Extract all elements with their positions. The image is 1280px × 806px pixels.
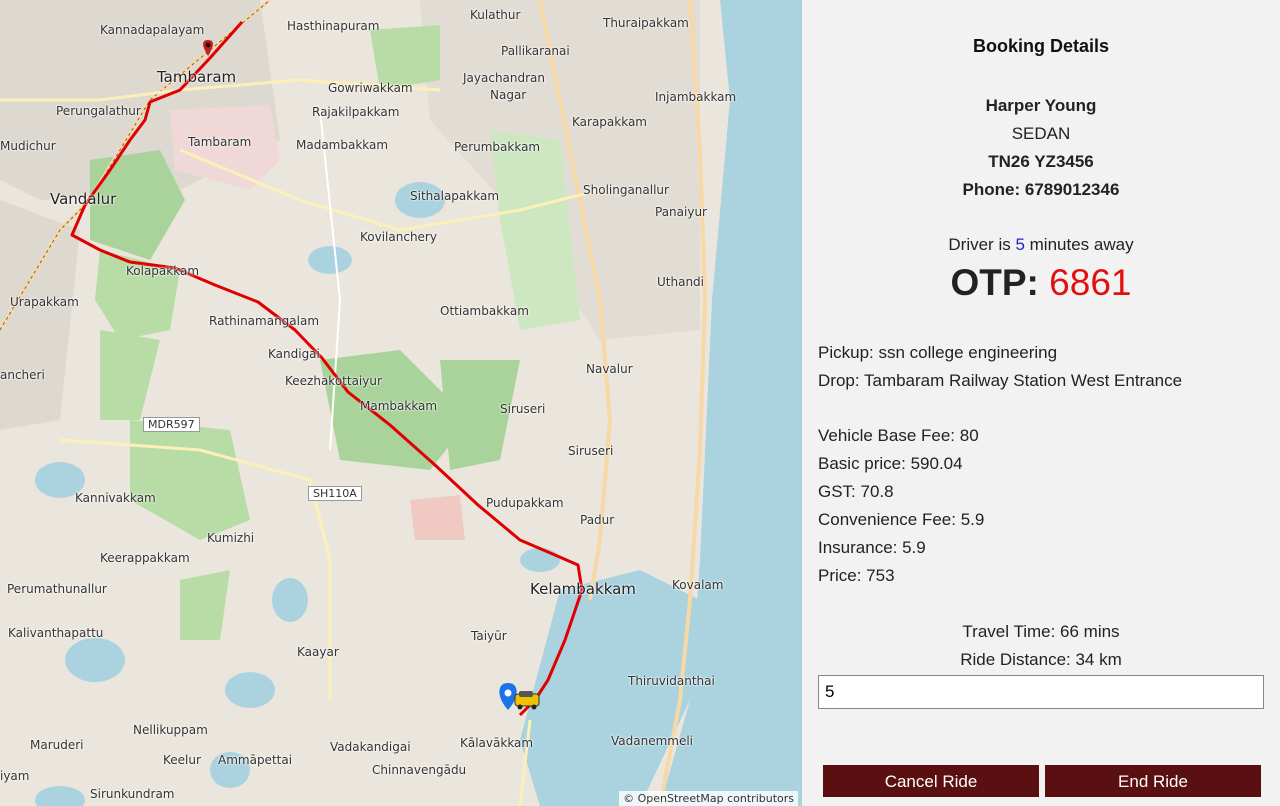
pickup-location: Pickup: ssn college engineering (818, 343, 1058, 362)
driver-name: Harper Young (985, 96, 1097, 115)
gst: GST: 70.8 (818, 482, 894, 501)
map-place-label: Ammāpettai (218, 753, 293, 767)
map-attribution[interactable]: © OpenStreetMap contributors (619, 791, 798, 806)
map-place-label: Keelur (163, 753, 201, 767)
map-place-label: Maruderi (30, 738, 84, 752)
map-place-label: Thiruvidanthai (628, 674, 715, 688)
map-place-label: Keerappakkam (100, 551, 190, 565)
map-place-label: Nagar (490, 88, 527, 102)
map-view[interactable]: Kannadapalayam Hasthinapuram Kulathur Thura… (0, 0, 802, 806)
otp-value: 6861 (1049, 262, 1132, 303)
convenience-fee: Convenience Fee: 5.9 (818, 510, 985, 529)
map-place-label: Thuraipakkam (603, 16, 689, 30)
travel-time: Travel Time: 66 mins (962, 622, 1120, 641)
map-place-label: Kumizhi (207, 531, 255, 545)
map-place-label: Sholinganallur (583, 183, 669, 197)
map-place-label: Padur (580, 513, 615, 527)
map-place-label: Kovilanchery (360, 230, 437, 244)
vehicle-base-fee: Vehicle Base Fee: 80 (818, 426, 979, 445)
map-place-label: Pudupakkam (486, 496, 564, 510)
insurance: Insurance: 5.9 (818, 538, 926, 557)
eta-minutes: 5 (1015, 235, 1025, 254)
map-place-label: Tambaram (188, 135, 252, 149)
map-place-label: Vandalur (50, 190, 117, 208)
eta-prefix: Driver is (948, 235, 1016, 254)
vehicle-plate: TN26 YZ3456 (988, 152, 1094, 171)
map-place-label: Perungalathur (56, 104, 141, 118)
map-place-label: Ottiambakkam (440, 304, 529, 318)
end-ride-button[interactable]: End Ride (1045, 765, 1261, 797)
map-place-label: Mudichur (0, 139, 56, 153)
map-place-label: ancheri (0, 368, 45, 382)
map-place-label: Keezhakottaiyur (285, 374, 382, 388)
drop-location: Drop: Tambaram Railway Station West Entr… (818, 371, 1183, 390)
map-place-label: Kulathur (470, 8, 521, 22)
map-place-label: Kannivakkam (75, 491, 156, 505)
vehicle-type: SEDAN (1011, 124, 1071, 143)
ride-input-field[interactable] (818, 675, 1264, 709)
map-place-label: Mambakkam (360, 399, 438, 413)
map-place-label: Sithalapakkam (410, 189, 500, 203)
map-place-label: Kandigai (268, 347, 320, 361)
map-place-label: Rajakilpakkam (312, 105, 400, 119)
map-place-label: Madambakkam (296, 138, 389, 152)
booking-panel: Booking Details Harper Young SEDAN TN26 … (802, 0, 1280, 806)
basic-price: Basic price: 590.04 (818, 454, 963, 473)
map-place-label: Kelambakkam (530, 580, 636, 598)
map-place-label: Tambaram (157, 68, 237, 86)
map-place-label: Perumbakkam (454, 140, 541, 154)
map-place-label: Kovalam (672, 578, 724, 592)
map-place-label: Kālavākkam (460, 736, 534, 750)
map-place-label: Jayachandran (463, 71, 546, 85)
map-place-label: Vadakandigai (330, 740, 411, 754)
map-place-label: Injambakkam (655, 90, 737, 104)
map-place-label: Uthandi (657, 275, 705, 289)
map-place-label: Pallikaranai (501, 44, 570, 58)
map-place-label: Kannadapalayam (100, 23, 205, 37)
map-place-label: Rathinamangalam (209, 314, 320, 328)
map-place-label: Kolapakkam (126, 264, 200, 278)
map-place-label: Navalur (586, 362, 633, 376)
map-place-label: Hasthinapuram (287, 19, 380, 33)
total-price: Price: 753 (818, 566, 895, 585)
otp-label: OTP: (950, 262, 1050, 303)
otp-display: OTP: 6861 (802, 262, 1280, 304)
booking-title: Booking Details (972, 36, 1110, 56)
map-place-label: Siruseri (500, 402, 546, 416)
map-place-label: Perumathunallur (7, 582, 107, 596)
driver-eta: Driver is 5 minutes away (802, 235, 1280, 255)
ride-distance: Ride Distance: 34 km (960, 650, 1122, 669)
cancel-ride-button[interactable]: Cancel Ride (823, 765, 1039, 797)
map-place-label: Panaiyur (655, 205, 707, 219)
driver-phone: Phone: 6789012346 (962, 180, 1120, 199)
map-place-label: Karapakkam (572, 115, 647, 129)
map-place-label: Nellikuppam (133, 723, 208, 737)
map-place-label: Vadanemmeli (611, 734, 694, 748)
road-shield-label: SH110A (308, 486, 362, 501)
map-place-label: Gowriwakkam (328, 81, 413, 95)
map-place-label: Taiyūr (471, 629, 507, 643)
eta-suffix: minutes away (1024, 235, 1134, 254)
road-shield-label: MDR597 (143, 417, 200, 432)
map-place-label: iyam (0, 769, 30, 783)
map-place-label: Siruseri (568, 444, 614, 458)
map-place-label: Sirunkundram (90, 787, 175, 801)
map-place-label: Kalivanthapattu (8, 626, 104, 640)
map-place-label: Kaayar (297, 645, 339, 659)
map-place-label: Urapakkam (10, 295, 79, 309)
map-place-label: Chinnavengādu (372, 763, 467, 777)
